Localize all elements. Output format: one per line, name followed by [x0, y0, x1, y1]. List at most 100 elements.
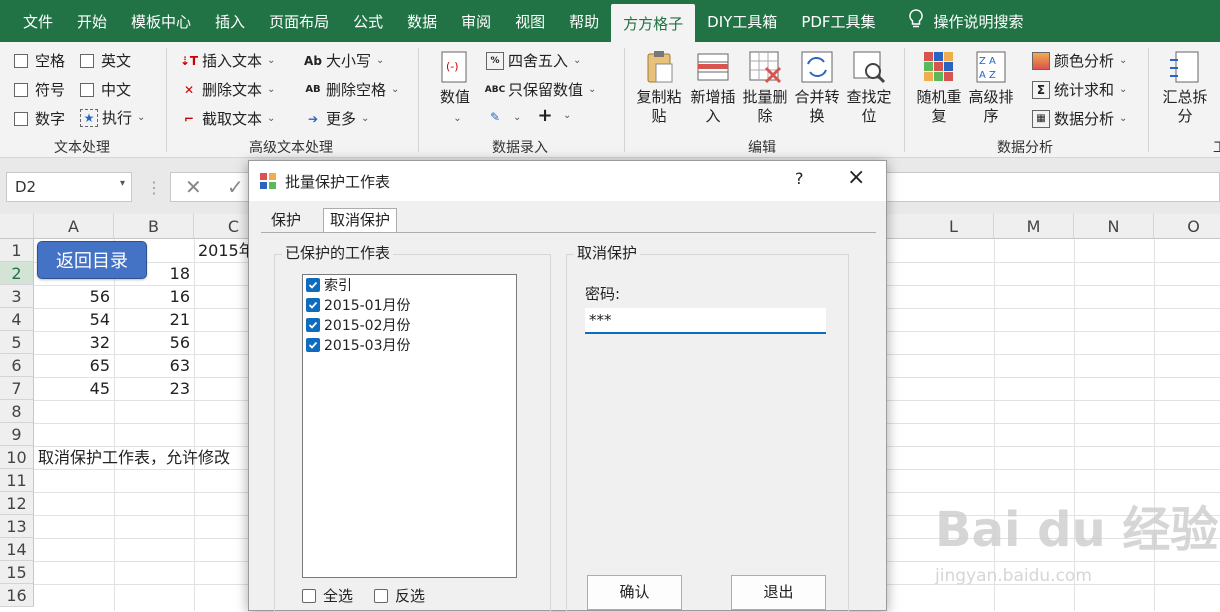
insert-text-button[interactable]: ⇣T 插入文本 ⌄ [180, 50, 276, 71]
checkbox-box[interactable] [14, 111, 28, 126]
random-repeat-button[interactable]: 随机重复 [912, 50, 966, 126]
delete-space-button[interactable]: AB 删除空格 ⌄ [304, 79, 399, 100]
list-item[interactable]: 2015-01月份 [306, 295, 411, 315]
cell-a3[interactable]: 56 [34, 285, 110, 308]
checkbox-box[interactable] [80, 53, 94, 68]
select-all-checkbox[interactable]: 全选 [302, 585, 353, 606]
find-locate-button[interactable]: 查找定位 [842, 50, 896, 126]
invert-selection-checkbox[interactable]: 反选 [374, 585, 425, 606]
row-header[interactable]: 7 [0, 377, 34, 400]
tab-diy-toolbox[interactable]: DIY工具箱 [695, 0, 789, 42]
cell-a10[interactable]: 取消保护工作表，允许修改 [38, 446, 230, 469]
checkbox-symbol[interactable]: 符号 [14, 79, 65, 100]
list-item[interactable]: 2015-02月份 [306, 315, 411, 335]
tab-help[interactable]: 帮助 [557, 0, 611, 42]
batch-delete-button[interactable]: 批量删除 [738, 50, 792, 126]
list-item[interactable]: 索引 [306, 275, 352, 295]
tab-protect[interactable]: 保护 [264, 208, 308, 232]
extract-text-button[interactable]: ⌐ 截取文本 ⌄ [180, 108, 275, 129]
enter-icon[interactable]: ✓ [227, 175, 244, 199]
column-header[interactable]: O [1154, 214, 1220, 239]
case-button[interactable]: Ab 大小写 ⌄ [304, 50, 384, 71]
advanced-sort-button[interactable]: Z A A Z 高级排序 [964, 50, 1018, 126]
round-button[interactable]: % 四舍五入 ⌄ [486, 50, 581, 71]
tab-home[interactable]: 开始 [65, 0, 119, 42]
more-options-icon[interactable]: ⋮ [146, 178, 162, 197]
delete-text-button[interactable]: ✕ 删除文本 ⌄ [180, 79, 275, 100]
color-analysis-button[interactable]: 颜色分析 ⌄ [1032, 50, 1127, 71]
data-analysis-button[interactable]: ▦ 数据分析 ⌄ [1032, 108, 1127, 129]
tab-pdf-tools[interactable]: PDF工具集 [789, 0, 887, 42]
checkbox-space[interactable]: 空格 [14, 50, 65, 71]
edit-cell-button[interactable]: ✎ ⌄ [486, 108, 521, 126]
row-header[interactable]: 6 [0, 354, 34, 377]
chevron-down-icon[interactable]: ▾ [120, 178, 125, 189]
row-header[interactable]: 2 [0, 262, 34, 285]
tab-formulas[interactable]: 公式 [341, 0, 395, 42]
cell-b4[interactable]: 21 [114, 308, 190, 331]
add-insert-button[interactable]: 新增插入 [686, 50, 740, 126]
row-header[interactable]: 12 [0, 492, 34, 515]
tab-file[interactable]: 文件 [0, 0, 65, 42]
exit-button[interactable]: 退出 [731, 575, 826, 610]
tab-insert[interactable]: 插入 [203, 0, 257, 42]
cell-b5[interactable]: 56 [114, 331, 190, 354]
row-header[interactable]: 1 [0, 239, 34, 262]
row-header[interactable]: 8 [0, 400, 34, 423]
checkbox-box[interactable] [302, 588, 316, 603]
select-all-corner[interactable] [0, 214, 34, 239]
back-to-index-button[interactable]: 返回目录 [37, 241, 147, 279]
column-header[interactable]: N [1074, 214, 1154, 239]
row-header[interactable]: 10 [0, 446, 34, 469]
checkbox-box[interactable] [14, 82, 28, 97]
stat-sum-button[interactable]: Σ 统计求和 ⌄ [1032, 79, 1127, 100]
confirm-button[interactable]: 确认 [587, 575, 682, 610]
list-item[interactable]: 2015-03月份 [306, 335, 411, 355]
checkbox-english[interactable]: 英文 [80, 50, 131, 71]
tab-review[interactable]: 审阅 [449, 0, 503, 42]
cell-b7[interactable]: 23 [114, 377, 190, 400]
tab-template-center[interactable]: 模板中心 [119, 0, 203, 42]
close-button[interactable]: × [847, 165, 865, 190]
cell-a7[interactable]: 45 [34, 377, 110, 400]
tab-unprotect[interactable]: 取消保护 [323, 208, 398, 232]
checkbox-box[interactable] [14, 53, 28, 68]
row-header[interactable]: 13 [0, 515, 34, 538]
checkbox-box[interactable] [374, 588, 388, 603]
checkbox-checked-icon[interactable] [306, 318, 320, 332]
checkbox-chinese[interactable]: 中文 [80, 79, 131, 100]
cell-a6[interactable]: 65 [34, 354, 110, 377]
column-header[interactable]: A [34, 214, 114, 239]
column-header[interactable]: B [114, 214, 194, 239]
checkbox-box[interactable] [80, 82, 94, 97]
cell-c1[interactable]: 2015年 [198, 239, 255, 262]
tab-view[interactable]: 视图 [503, 0, 557, 42]
tab-page-layout[interactable]: 页面布局 [257, 0, 341, 42]
row-header[interactable]: 4 [0, 308, 34, 331]
summary-split-button[interactable]: 汇总拆分 [1158, 50, 1212, 126]
checkbox-number[interactable]: 数字 [14, 108, 65, 129]
tell-me-search[interactable]: 操作说明搜索 [896, 0, 1036, 42]
cell-b6[interactable]: 63 [114, 354, 190, 377]
execute-button[interactable]: ★ 执行 ⌄ [80, 107, 145, 128]
row-header[interactable]: 3 [0, 285, 34, 308]
checkbox-checked-icon[interactable] [306, 278, 320, 292]
row-header[interactable]: 11 [0, 469, 34, 492]
tab-fangfang-gezi[interactable]: 方方格子 [611, 4, 696, 42]
column-header[interactable]: M [994, 214, 1074, 239]
row-header[interactable]: 15 [0, 561, 34, 584]
cell-a4[interactable]: 54 [34, 308, 110, 331]
copy-paste-button[interactable]: 复制粘贴 [632, 50, 686, 126]
cancel-icon[interactable]: ✕ [185, 175, 202, 199]
keep-values-button[interactable]: ABC 只保留数值 ⌄ [485, 79, 597, 100]
protected-sheets-list[interactable]: 索引 2015-01月份 2015-02月份 2015-03月份 [302, 274, 517, 578]
row-header[interactable]: 16 [0, 584, 34, 607]
tab-data[interactable]: 数据 [395, 0, 449, 42]
password-input[interactable]: *** [585, 308, 826, 334]
more-button[interactable]: ➔ 更多 ⌄ [304, 108, 369, 129]
column-header[interactable]: L [914, 214, 994, 239]
row-header[interactable]: 5 [0, 331, 34, 354]
add-button[interactable]: + ⌄ [536, 105, 571, 126]
row-header[interactable]: 14 [0, 538, 34, 561]
checkbox-checked-icon[interactable] [306, 298, 320, 312]
